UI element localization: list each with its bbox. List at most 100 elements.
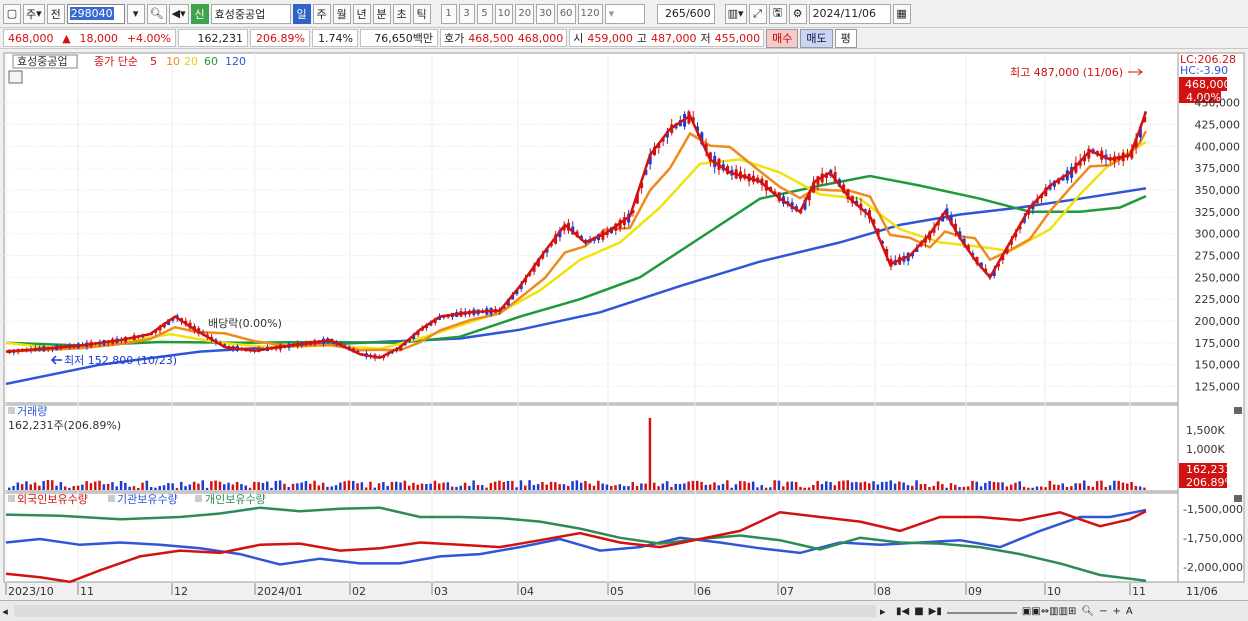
- interval-3-button[interactable]: 3: [458, 3, 475, 24]
- volume-panel-close-icon[interactable]: [1234, 407, 1242, 414]
- tab-day[interactable]: 일: [292, 3, 311, 24]
- count-field[interactable]: 265/600: [656, 3, 715, 24]
- volume-bar: [1061, 483, 1064, 490]
- volume-bar: [72, 485, 75, 490]
- x-axis-label: 07: [780, 585, 794, 598]
- institution-legend: 기관보유수량: [117, 493, 178, 506]
- plus-icon[interactable]: +: [1113, 606, 1121, 617]
- volume-bar: [1126, 483, 1129, 490]
- volume-bar: [106, 483, 110, 490]
- volume-bar: [734, 484, 738, 490]
- volume-bar: [919, 484, 923, 490]
- chart-type-icon[interactable]: ▥▾: [724, 3, 747, 24]
- play-icon[interactable]: ▶▮: [929, 606, 942, 617]
- buy-button[interactable]: 매수: [766, 28, 799, 48]
- interval-60-button[interactable]: 60: [556, 3, 576, 24]
- interval-10-button[interactable]: 10: [494, 3, 514, 24]
- interval-30-button[interactable]: 30: [536, 3, 555, 24]
- volume-bar: [717, 485, 720, 490]
- volume-bar: [721, 483, 725, 490]
- chart-scrollbar[interactable]: ◂ ▸ ▮◀ ■ ▶▮ ▣▣⇔▥▥⊞ 🔍︎ − + A: [0, 600, 1248, 621]
- indiv-legend-marker: [195, 495, 202, 502]
- scroll-right-icon[interactable]: ▸: [880, 605, 890, 618]
- volume-bar: [1009, 484, 1013, 490]
- speaker-icon[interactable]: ◀▾: [168, 3, 189, 24]
- volume-bar: [192, 481, 196, 490]
- x-axis-label: 02: [352, 585, 366, 598]
- tab-second[interactable]: 초: [392, 3, 411, 24]
- volume-bar: [149, 487, 153, 490]
- volume-bar: [76, 485, 80, 490]
- volume-bar: [554, 482, 557, 490]
- volume-bar: [653, 482, 656, 490]
- volume-bar: [369, 481, 372, 490]
- x-axis-label: 2023/10: [8, 585, 54, 598]
- holding-panel[interactable]: [3, 492, 1179, 583]
- first-page-icon[interactable]: ▮◀: [896, 606, 909, 617]
- volume-bar: [579, 482, 583, 490]
- code-dropdown-icon[interactable]: ▾: [126, 3, 145, 24]
- interval-20-button[interactable]: 20: [515, 3, 535, 24]
- save-icon[interactable]: 🖫: [768, 3, 787, 24]
- eval-button[interactable]: 평: [834, 28, 857, 48]
- volume-bar: [416, 484, 419, 490]
- date-field[interactable]: 2024/11/06: [808, 3, 891, 24]
- volume-bar: [880, 482, 884, 490]
- price-panel[interactable]: [3, 52, 1179, 404]
- calculator-icon[interactable]: [8, 70, 23, 84]
- volume-bar: [678, 484, 682, 490]
- volume-bar: [954, 484, 957, 490]
- volume-bar: [807, 487, 811, 490]
- tab-week[interactable]: 주: [312, 3, 331, 24]
- volume-bar: [347, 480, 351, 490]
- scroll-left-icon[interactable]: ◂: [0, 605, 10, 618]
- volume-bar: [1095, 481, 1099, 490]
- x-axis-labels: 2023/10 11 12 2024/01 02 03 04 05 06 07 08 09 10 11: [5, 583, 1146, 598]
- draw-tool-icon[interactable]: ⤢: [748, 3, 767, 24]
- market-type-label: 주: [26, 7, 37, 21]
- zoom-slider[interactable]: [946, 606, 1017, 614]
- calendar-icon[interactable]: ▦: [892, 3, 911, 24]
- market-type-select[interactable]: 주 ▾: [23, 3, 45, 24]
- volume-current-tag: 162,231: [1186, 463, 1232, 476]
- window-menu-icon[interactable]: ▢: [3, 3, 21, 24]
- minus-icon[interactable]: −: [1099, 606, 1107, 617]
- sell-button[interactable]: 매도: [800, 28, 833, 48]
- price-tick-label: 325,000: [1195, 206, 1241, 219]
- volume-bar: [988, 481, 991, 490]
- font-size-icon[interactable]: A: [1126, 606, 1133, 617]
- stock-code-value: 298040: [69, 7, 114, 20]
- stop-icon[interactable]: ■: [914, 606, 923, 617]
- chart-area[interactable]: 효성중공업 종가 단순 5 10 20 60 120 최고 487,000 (1…: [0, 50, 1248, 600]
- tab-year[interactable]: 년: [352, 3, 371, 24]
- search-icon[interactable]: 🔍︎: [146, 3, 167, 24]
- trade-amount: 76,650백만: [360, 29, 438, 47]
- interval-5-button[interactable]: 5: [476, 3, 493, 24]
- current-price: 468,000: [8, 31, 54, 45]
- tab-month[interactable]: 월: [332, 3, 351, 24]
- interval-120-button[interactable]: 120: [577, 3, 603, 24]
- dividend-annotation: 배당락(0.00%): [208, 317, 282, 330]
- volume-tick-1500k: 1,500K: [1186, 424, 1225, 437]
- tab-tick[interactable]: 틱: [412, 3, 431, 24]
- volume-bar: [429, 483, 432, 490]
- volume-panel[interactable]: [3, 404, 1179, 492]
- scroll-track[interactable]: [14, 605, 876, 617]
- interval-1-button[interactable]: 1: [440, 3, 457, 24]
- volume-bar: [1108, 485, 1112, 490]
- volume-bar: [592, 485, 596, 490]
- period-select[interactable]: 전: [46, 3, 65, 24]
- interval-custom-select[interactable]: ▾: [604, 3, 645, 24]
- holding-panel-close-icon[interactable]: [1234, 495, 1242, 502]
- x-axis-label: 06: [697, 585, 711, 598]
- zoom-out-icon[interactable]: 🔍︎: [1081, 606, 1094, 617]
- price-tick-label: 150,000: [1195, 359, 1241, 372]
- stock-code-input[interactable]: 298040: [66, 3, 125, 24]
- tab-minute[interactable]: 분: [372, 3, 391, 24]
- volume-bar: [1134, 486, 1138, 490]
- gear-icon[interactable]: ⚙: [788, 3, 807, 24]
- volume-bar: [747, 482, 751, 490]
- volume-bar: [975, 481, 978, 490]
- layout-icons[interactable]: ▣▣⇔▥▥⊞: [1022, 606, 1077, 617]
- volume-bar: [283, 483, 286, 490]
